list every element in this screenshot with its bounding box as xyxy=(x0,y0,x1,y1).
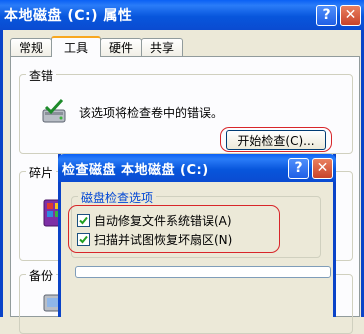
auto-fix-checkbox[interactable] xyxy=(77,214,90,227)
close-button[interactable]: ✕ xyxy=(340,4,361,26)
auto-fix-option[interactable]: 自动修复文件系统错误(A) xyxy=(77,212,232,229)
check-disk-title: 检查磁盘 本地磁盘 (C:) xyxy=(62,162,209,178)
check-disk-help-button[interactable]: ? xyxy=(288,157,309,179)
error-check-group-label: 查错 xyxy=(26,67,57,84)
disk-properties-window: 本地磁盘 (C:) 属性 ? ✕ 常规 工具 硬件 共享 查错 该选项将检查卷中… xyxy=(0,0,364,334)
scan-recover-label: 扫描并试图恢复坏扇区(N) xyxy=(94,233,233,247)
window-title: 本地磁盘 (C:) 属性 xyxy=(4,8,133,24)
tab-general[interactable]: 常规 xyxy=(10,38,53,56)
checkmark-icon xyxy=(79,235,88,244)
tab-hardware[interactable]: 硬件 xyxy=(100,38,143,56)
check-disk-icon xyxy=(42,98,66,123)
checkmark-icon xyxy=(79,216,88,225)
check-disk-close-button[interactable]: ✕ xyxy=(312,157,333,179)
check-progress-bar xyxy=(75,266,331,278)
check-disk-dialog: 检查磁盘 本地磁盘 (C:) ? ✕ 磁盘检查选项 自动修复文件系统错误(A) … xyxy=(58,154,336,317)
backup-group-label: 备份 xyxy=(26,267,57,284)
tab-tools[interactable]: 工具 xyxy=(51,36,102,57)
start-check-button[interactable]: 开始检查(C)... xyxy=(226,130,326,150)
error-check-group: 查错 该选项将检查卷中的错误。 开始检查(C)... xyxy=(19,67,353,154)
defrag-group-label: 碎片 xyxy=(26,164,57,181)
window-titlebar[interactable]: 本地磁盘 (C:) 属性 ? ✕ xyxy=(0,0,364,30)
help-button[interactable]: ? xyxy=(316,4,337,26)
scan-recover-checkbox[interactable] xyxy=(77,233,90,246)
tab-strip: 常规 工具 硬件 共享 xyxy=(10,36,184,57)
disk-check-options-label: 磁盘检查选项 xyxy=(78,189,157,206)
check-disk-titlebar[interactable]: 检查磁盘 本地磁盘 (C:) ? ✕ xyxy=(58,154,336,182)
auto-fix-label: 自动修复文件系统错误(A) xyxy=(94,214,232,228)
tab-sharing[interactable]: 共享 xyxy=(141,38,184,56)
error-check-description: 该选项将检查卷中的错误。 xyxy=(79,106,224,120)
scan-recover-option[interactable]: 扫描并试图恢复坏扇区(N) xyxy=(77,231,232,248)
